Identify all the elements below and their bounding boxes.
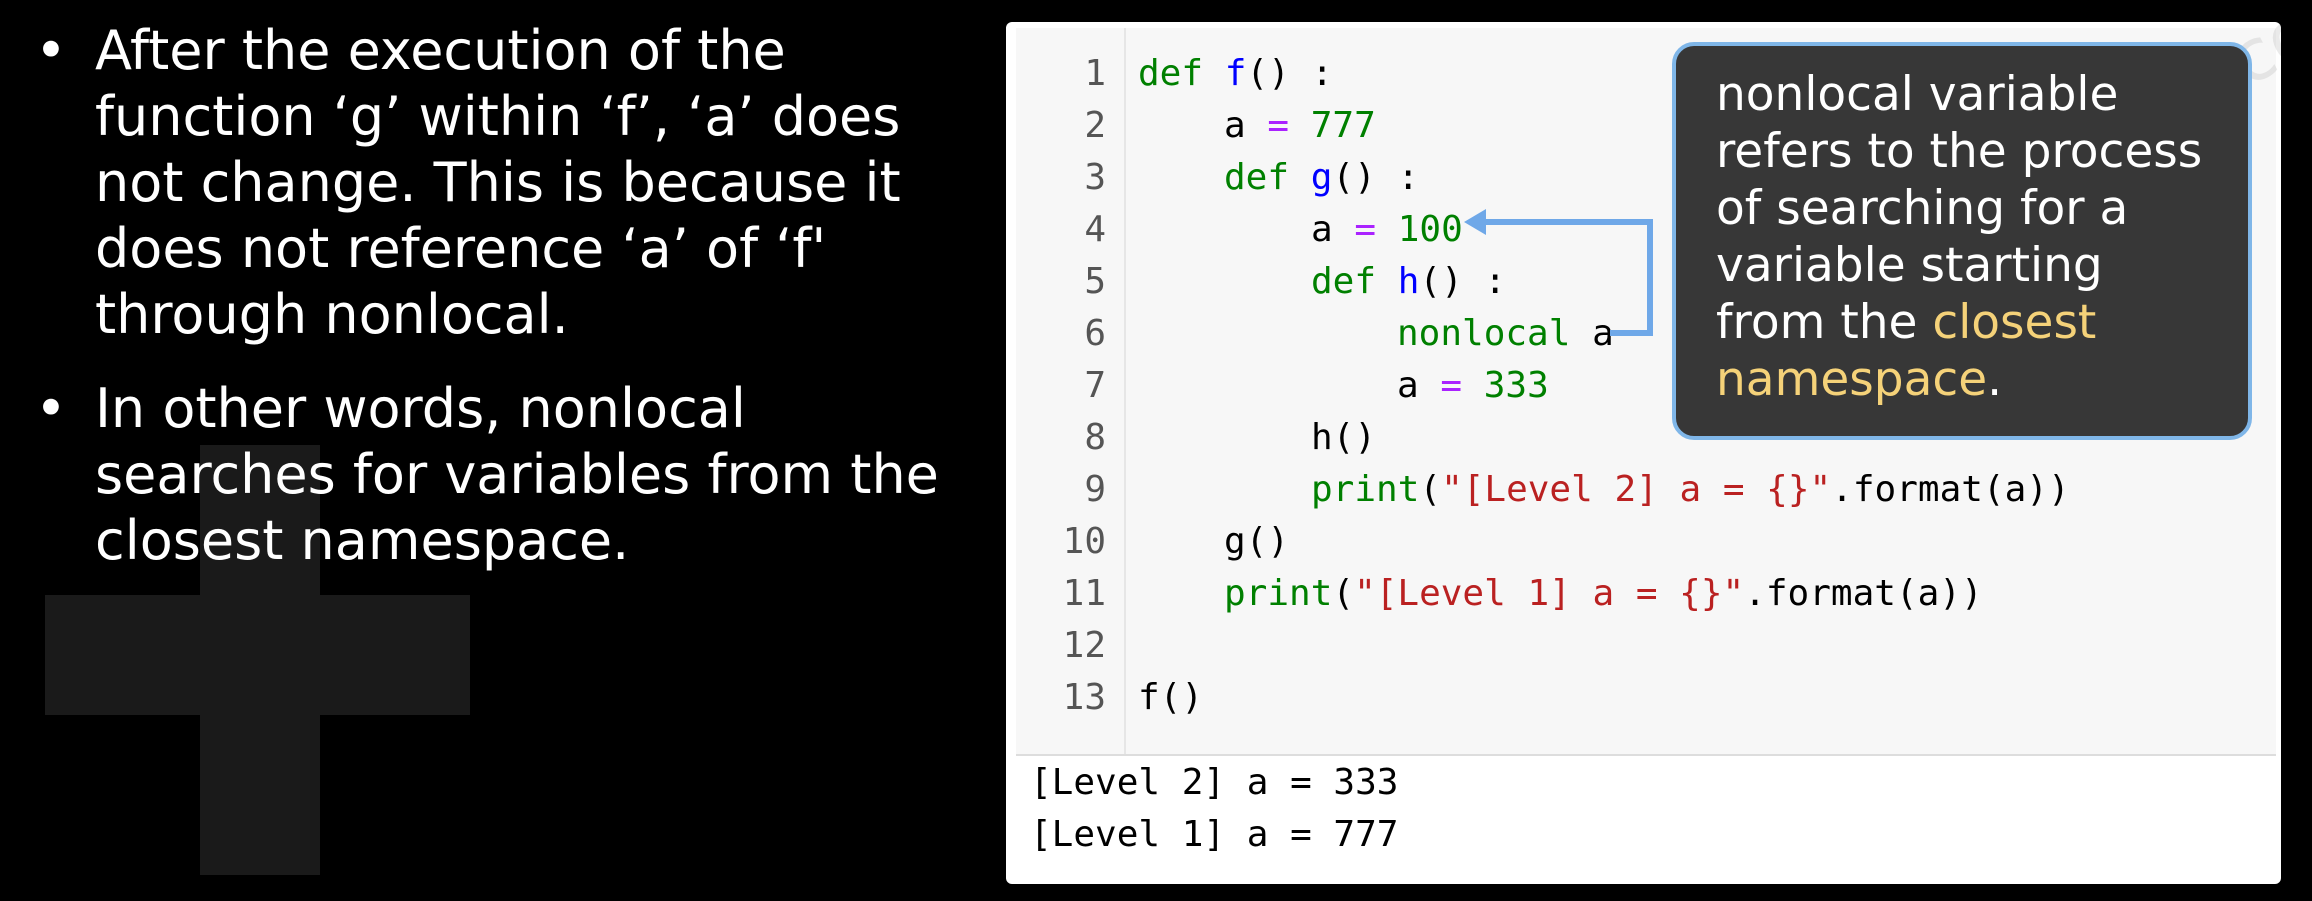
code-text: ( bbox=[1419, 469, 1442, 510]
code-number: 100 bbox=[1397, 209, 1463, 250]
code-string: "[Level 1] a = {}" bbox=[1354, 573, 1745, 614]
line-number: 13 bbox=[1062, 677, 1106, 718]
code-keyword: def bbox=[1311, 261, 1377, 302]
output-line: [Level 2] a = 333 bbox=[1030, 762, 1399, 803]
code-line: def f() : bbox=[1138, 48, 1333, 100]
line-number: 1 bbox=[1084, 53, 1106, 94]
code-variable: a bbox=[1592, 313, 1614, 354]
code-keyword: nonlocal bbox=[1397, 313, 1571, 354]
line-number: 9 bbox=[1084, 469, 1106, 510]
code-text: h() bbox=[1311, 417, 1377, 458]
code-function-name: g bbox=[1310, 157, 1333, 198]
bullet-text: After the execution of the function ‘g’ … bbox=[95, 19, 901, 346]
code-variable: a bbox=[1397, 365, 1419, 406]
code-builtin: print bbox=[1311, 469, 1420, 510]
code-number: 777 bbox=[1310, 105, 1376, 146]
line-number: 4 bbox=[1084, 209, 1106, 250]
code-text: ( bbox=[1332, 573, 1355, 614]
code-operator: = bbox=[1440, 365, 1463, 406]
bullet-dot-icon: • bbox=[35, 19, 67, 82]
output-line: [Level 1] a = 777 bbox=[1030, 814, 1399, 855]
code-text: () : bbox=[1246, 53, 1334, 94]
code-string: "[Level 2] a = {}" bbox=[1441, 469, 1832, 510]
bullet-text: In other words, nonlocal searches for va… bbox=[95, 377, 939, 572]
line-number: 6 bbox=[1084, 313, 1106, 354]
code-function-name: f bbox=[1224, 53, 1247, 94]
line-number-gutter: 1 2 3 4 5 6 7 8 9 10 11 12 13 bbox=[1016, 28, 1126, 754]
bullet-dot-icon: • bbox=[35, 377, 67, 440]
line-number: 7 bbox=[1084, 365, 1106, 406]
background-cross-horizontal bbox=[45, 595, 470, 715]
code-number: 333 bbox=[1483, 365, 1549, 406]
line-number: 5 bbox=[1084, 261, 1106, 302]
line-number: 10 bbox=[1062, 521, 1106, 562]
code-line: a = 100 bbox=[1138, 204, 1463, 256]
callout-text-after: . bbox=[1987, 352, 2003, 407]
line-number: 2 bbox=[1084, 105, 1106, 146]
code-text: f() bbox=[1138, 677, 1204, 718]
code-operator: = bbox=[1267, 105, 1290, 146]
code-text: .format(a)) bbox=[1744, 573, 1983, 614]
code-line: a = 333 bbox=[1138, 360, 1549, 412]
code-line: f() bbox=[1138, 672, 1203, 724]
code-line: print("[Level 2] a = {}".format(a)) bbox=[1138, 464, 2070, 516]
bullet-list: • After the execution of the function ‘g’… bbox=[35, 18, 985, 602]
code-text: () : bbox=[1419, 261, 1507, 302]
code-line: a = 777 bbox=[1138, 100, 1376, 152]
code-builtin: print bbox=[1224, 573, 1333, 614]
bullet-item: • After the execution of the function ‘g’… bbox=[35, 18, 985, 348]
code-line: nonlocal a bbox=[1138, 308, 1614, 360]
code-variable: a bbox=[1311, 209, 1333, 250]
callout-box: nonlocal variable refers to the process … bbox=[1672, 42, 2252, 440]
code-line: def h() : bbox=[1138, 256, 1506, 308]
code-line: h() bbox=[1138, 412, 1376, 464]
line-number: 8 bbox=[1084, 417, 1106, 458]
line-number: 11 bbox=[1062, 573, 1106, 614]
code-text: .format(a)) bbox=[1831, 469, 2070, 510]
code-line: def g() : bbox=[1138, 152, 1419, 204]
code-variable: a bbox=[1224, 105, 1246, 146]
code-function-name: h bbox=[1397, 261, 1420, 302]
code-output: [Level 2] a = 333 [Level 1] a = 777 bbox=[1030, 757, 1398, 861]
code-line: print("[Level 1] a = {}".format(a)) bbox=[1138, 568, 1983, 620]
callout-text: nonlocal variable refers to the process … bbox=[1716, 66, 2208, 408]
code-keyword: def bbox=[1224, 157, 1290, 198]
code-operator: = bbox=[1354, 209, 1377, 250]
bullet-item: • In other words, nonlocal searches for v… bbox=[35, 376, 985, 574]
code-text: g() bbox=[1224, 521, 1290, 562]
line-number: 3 bbox=[1084, 157, 1106, 198]
line-number: 12 bbox=[1062, 625, 1106, 666]
code-line: g() bbox=[1138, 516, 1289, 568]
code-text: () : bbox=[1332, 157, 1420, 198]
code-keyword: def bbox=[1138, 53, 1204, 94]
